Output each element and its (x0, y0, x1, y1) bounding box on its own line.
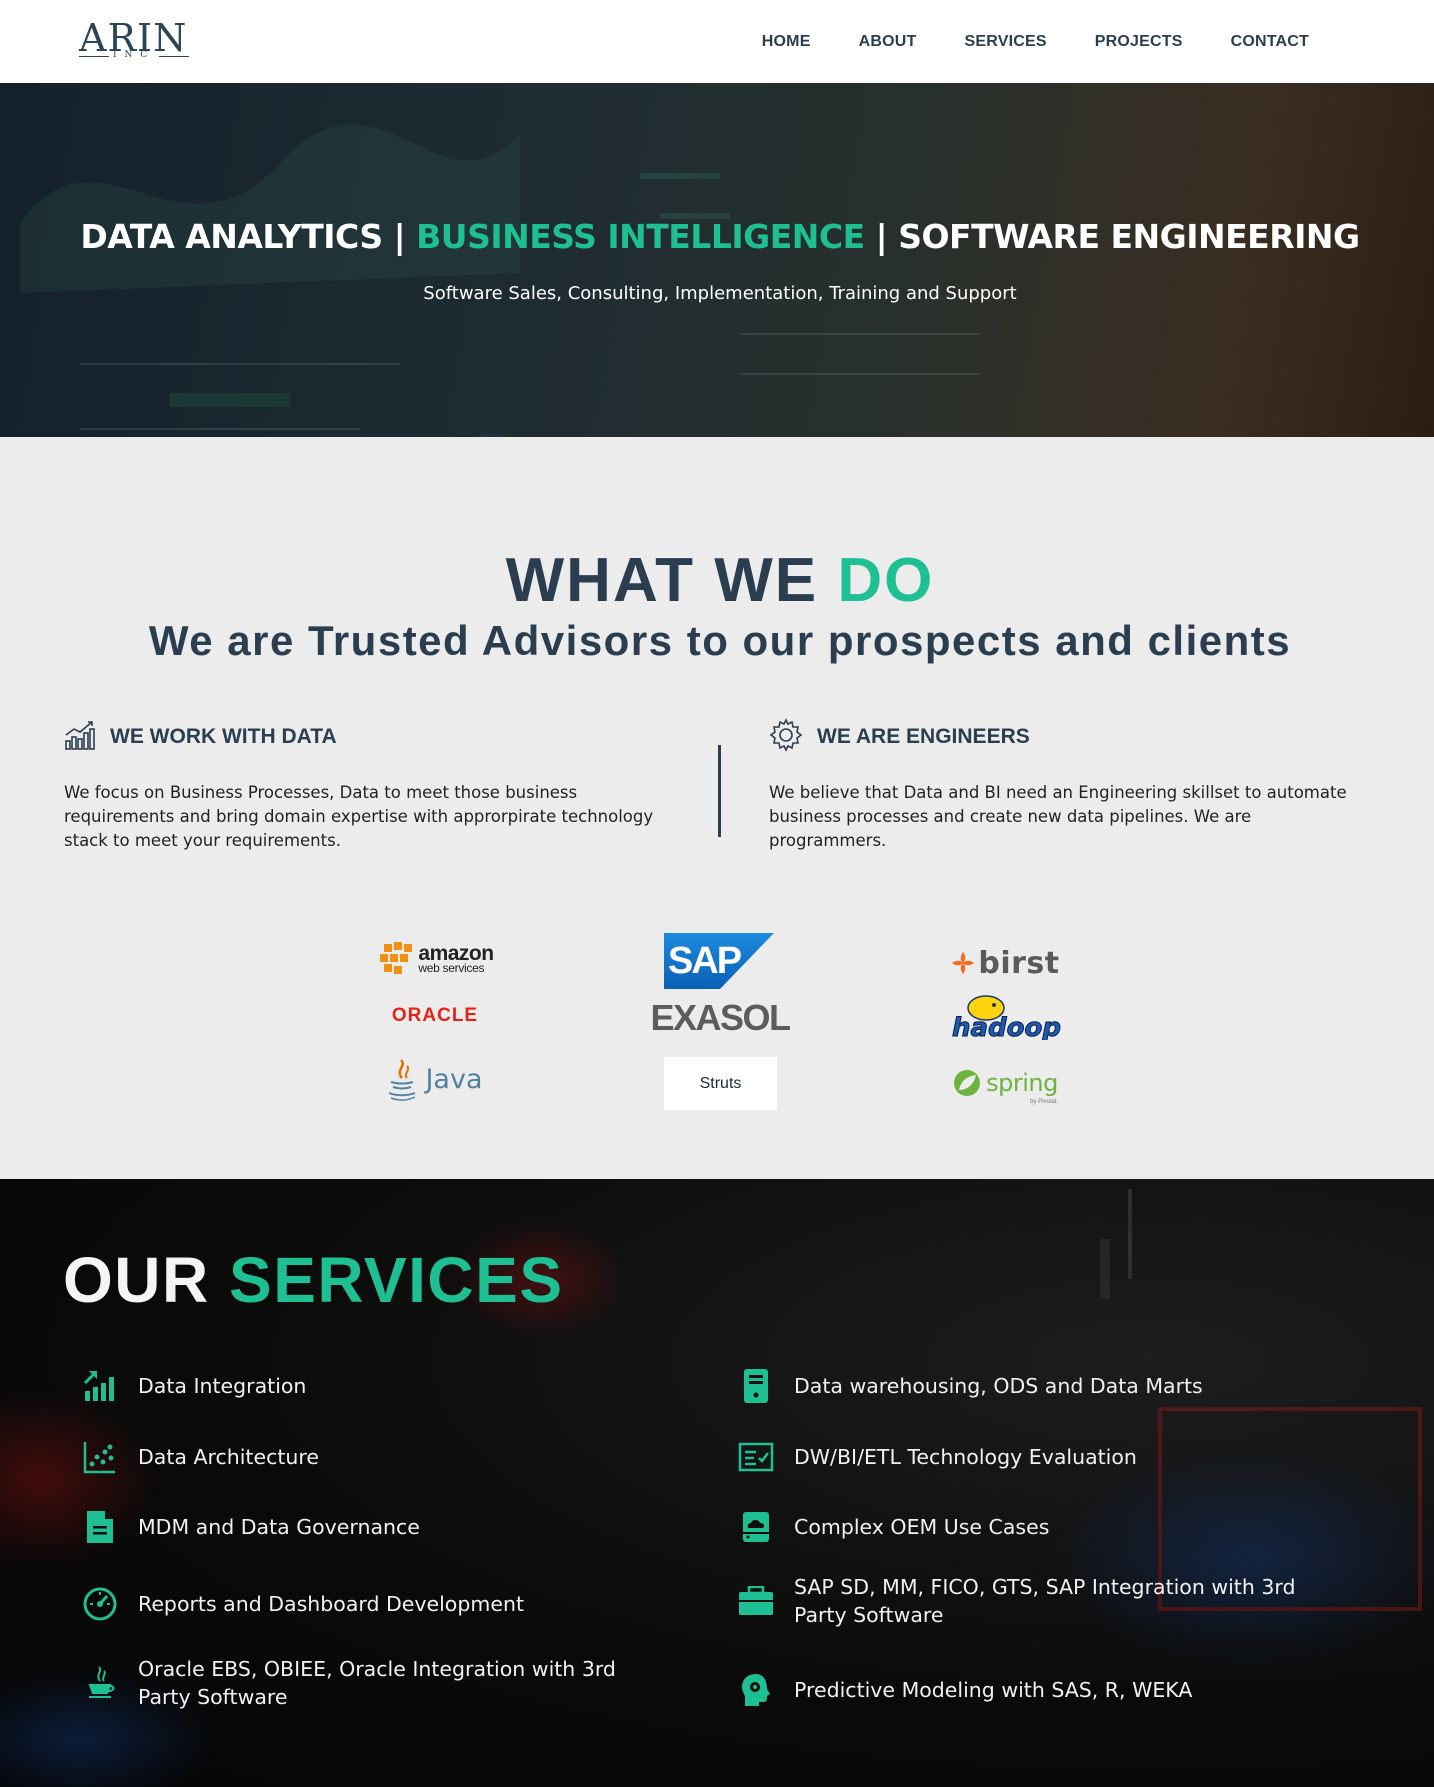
logo-rule-right (159, 56, 189, 57)
service-item-data-warehousing: Data warehousing, ODS and Data Marts (736, 1366, 1356, 1406)
service-item-evaluation: DW/BI/ETL Technology Evaluation (736, 1437, 1356, 1477)
hero-title-part3: SOFTWARE ENGINEERING (898, 217, 1360, 256)
birst-logo: birst (948, 945, 1062, 981)
oracle-logo: ORACLE (380, 1003, 490, 1029)
hero-separator-2: | (875, 217, 888, 256)
service-item-sap: SAP SD, MM, FICO, GTS, SAP Integration w… (736, 1573, 1356, 1629)
services-title-highlight: SERVICES (229, 1244, 564, 1316)
service-item-data-integration: Data Integration (80, 1366, 680, 1406)
logo-rule-left (79, 56, 109, 57)
logo-subtext: INC (113, 50, 156, 60)
service-label: Data warehousing, ODS and Data Marts (794, 1374, 1203, 1398)
brain-gear-icon (736, 1670, 776, 1710)
spring-logo: spring by Pivotal. (948, 1063, 1062, 1105)
services-title: OUR SERVICES (63, 1243, 564, 1317)
service-label: Data Architecture (138, 1445, 319, 1469)
top-navbar: ARIN INC HOME ABOUT SERVICES PROJECTS CO… (0, 0, 1434, 83)
service-label: Data Integration (138, 1374, 307, 1398)
exasol-logo-text: EXASOL (650, 997, 791, 1038)
services-title-main: OUR (63, 1244, 210, 1316)
service-item-oracle: Oracle EBS, OBIEE, Oracle Integration wi… (80, 1655, 680, 1711)
hero-banner: DATA ANALYTICS | BUSINESS INTELLIGENCE |… (0, 83, 1434, 437)
struts-logo-text: Struts (699, 1074, 742, 1092)
spring-logo-tagline: by Pivotal. (1030, 1099, 1058, 1105)
partner-logos: amazon web services SAP birst ORACLE EXA… (0, 437, 1434, 1179)
service-item-data-architecture: Data Architecture (80, 1437, 680, 1477)
service-label: MDM and Data Governance (138, 1515, 420, 1539)
briefcase-icon (736, 1581, 776, 1621)
service-label: Oracle EBS, OBIEE, Oracle Integration wi… (138, 1657, 616, 1709)
our-services-section: OUR SERVICES Data Integration Data Archi… (0, 1179, 1434, 1787)
what-we-do-section: WHAT WE DO We are Trusted Advisors to ou… (0, 437, 1434, 1179)
amazon-web-services-logo: amazon web services (378, 937, 496, 985)
java-logo: Java (382, 1055, 486, 1103)
amazon-logo-text: amazon (418, 942, 494, 965)
hero-title-part2: BUSINESS INTELLIGENCE (416, 217, 865, 256)
service-item-predictive: Predictive Modeling with SAS, R, WEKA (736, 1670, 1356, 1710)
service-label: Reports and Dashboard Development (138, 1592, 524, 1616)
cloud-storage-icon (736, 1507, 776, 1547)
service-label: DW/BI/ETL Technology Evaluation (794, 1445, 1137, 1469)
service-label: SAP SD, MM, FICO, GTS, SAP Integration w… (794, 1575, 1296, 1627)
nav-services[interactable]: SERVICES (964, 33, 1046, 51)
service-label: Complex OEM Use Cases (794, 1515, 1050, 1539)
hero-title-part1: DATA ANALYTICS (80, 217, 383, 256)
amazon-logo-subtext: web services (418, 961, 485, 975)
hadoop-logo-text: hadoop (952, 1013, 1061, 1040)
service-item-oem: Complex OEM Use Cases (736, 1507, 1356, 1547)
java-logo-text: Java (425, 1063, 483, 1095)
hero-subtitle: Software Sales, Consulting, Implementati… (423, 283, 1017, 304)
nav-projects[interactable]: PROJECTS (1095, 33, 1183, 51)
spring-logo-text: spring (986, 1069, 1058, 1097)
checklist-icon (736, 1437, 776, 1477)
growth-bars-icon (80, 1366, 120, 1406)
java-cup-icon (80, 1663, 120, 1703)
server-icon (736, 1366, 776, 1406)
nav-home[interactable]: HOME (762, 33, 811, 51)
nav-contact[interactable]: CONTACT (1231, 33, 1309, 51)
struts-logo: Struts (664, 1057, 777, 1110)
scatter-chart-icon (80, 1437, 120, 1477)
hadoop-logo: hadoop (950, 994, 1062, 1040)
sap-logo-text: SAP (668, 940, 742, 982)
service-item-reports: Reports and Dashboard Development (80, 1584, 680, 1624)
sap-logo: SAP (664, 933, 774, 989)
brand-logo[interactable]: ARIN INC (79, 16, 194, 64)
birst-logo-text: birst (978, 945, 1060, 981)
hero-headline: DATA ANALYTICS | BUSINESS INTELLIGENCE |… (0, 217, 1434, 256)
exasol-logo: EXASOL (650, 997, 791, 1038)
service-label: Predictive Modeling with SAS, R, WEKA (794, 1678, 1193, 1702)
hero-dashboard-background (20, 124, 980, 437)
nav-about[interactable]: ABOUT (859, 33, 917, 51)
hero-separator-1: | (393, 217, 406, 256)
main-menu: HOME ABOUT SERVICES PROJECTS CONTACT (762, 0, 1309, 83)
oracle-logo-text: ORACLE (391, 1005, 479, 1026)
service-item-mdm: MDM and Data Governance (80, 1507, 680, 1547)
document-icon (80, 1507, 120, 1547)
speedometer-icon (80, 1584, 120, 1624)
